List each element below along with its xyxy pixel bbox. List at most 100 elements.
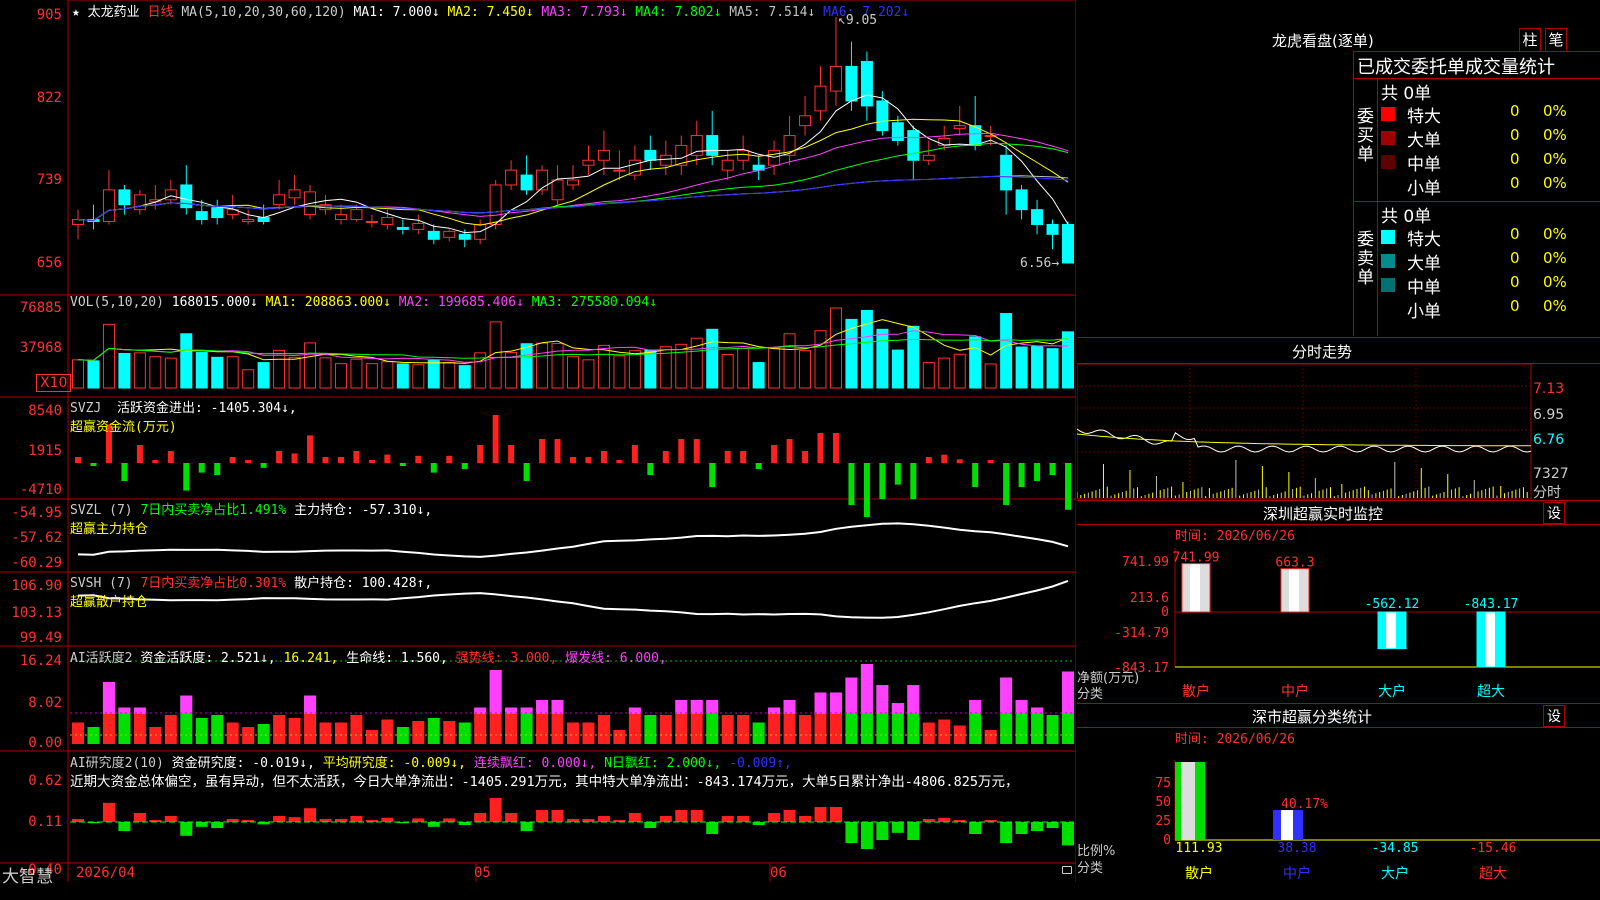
stat-bar-value: -34.85: [1372, 841, 1419, 856]
svsh-axis-mid: 103.13: [11, 605, 62, 621]
volume-bar: [567, 356, 579, 389]
fund-flow-bar: [925, 457, 932, 463]
fund-flow-bar: [956, 459, 963, 463]
fund-flow-bar: [647, 463, 654, 475]
buy-row-count-3: 0: [1510, 174, 1520, 192]
stat-y-label: 75: [1155, 776, 1171, 791]
fund-flow-bar: [136, 445, 143, 463]
research-bar: [304, 808, 317, 822]
research-bar: [675, 810, 688, 822]
candle-body: [706, 135, 719, 156]
right-panel: 龙虎看盘(逐单) 柱 笔 已成交委托单成交量统计 委买单 委卖单 共 0单 共 …: [1077, 0, 1600, 900]
fund-flow-bar: [972, 463, 979, 487]
volume-bar: [799, 350, 812, 389]
monitor-category: 中户: [1281, 683, 1309, 700]
ai1-axis-mid: 8.02: [28, 695, 62, 711]
activity-bar: [164, 715, 177, 744]
vol-ma-item-2: MA3: 275580.094↓: [523, 295, 658, 310]
sell-row-swatch-0: [1381, 230, 1395, 244]
volume-bar: [783, 333, 796, 389]
stat-chart[interactable]: 75 50 25 0 111.93 散户 40.17% 38.38 中户 -34.85 大户 -15.…: [1077, 740, 1600, 900]
line-mode-button[interactable]: 笔: [1545, 28, 1567, 52]
activity-bar: [365, 730, 378, 744]
fund-flow-bar: [724, 451, 731, 463]
candle-body: [1000, 154, 1013, 191]
monitor-cat-label: 分类: [1077, 687, 1104, 702]
activity-bar-top: [969, 700, 982, 714]
candle-body: [644, 149, 657, 161]
volume-bar: [752, 362, 765, 389]
candle-body: [427, 230, 440, 240]
activity-bar: [350, 715, 363, 744]
research-bar: [443, 818, 456, 822]
monitor-bar-value: -843.17: [1464, 597, 1519, 612]
ma-title: MA(5,10,20,30,60,120): [181, 5, 346, 20]
svzj-axis-bot: -4710: [19, 482, 62, 498]
ai2-axis-mid: 0.11: [28, 814, 62, 830]
stat-cat-label: 分类: [1077, 861, 1104, 876]
research-bar: [180, 822, 193, 836]
volume-bar: [1000, 313, 1013, 389]
ai2-axis-top: 0.62: [28, 773, 62, 789]
buy-row-pct-1: 0%: [1543, 126, 1567, 144]
intraday-price-line: [1077, 428, 1532, 453]
stat-settings-button[interactable]: 设: [1543, 705, 1565, 727]
ma-caption-item-1: MA2: 7.450↓: [439, 5, 534, 20]
research-bar: [891, 822, 904, 833]
volume-bar: [737, 347, 750, 389]
period-label[interactable]: 日线: [148, 5, 174, 20]
monitor-chart[interactable]: 741.99 213.60 -314.79 -843.17 741.99 散户 663.3 中…: [1077, 520, 1600, 700]
activity-bar-top: [690, 700, 703, 714]
candle-body: [1062, 223, 1074, 264]
volume-bar: [1062, 331, 1074, 389]
volume-bar: [860, 310, 873, 389]
ai1-item-4: 爆发线: 6.000,: [557, 651, 667, 666]
research-bar: [118, 822, 131, 831]
fund-flow-bar: [817, 433, 824, 463]
price-axis-822: 822: [36, 90, 62, 106]
activity-bar: [288, 718, 301, 744]
fund-flow-bar: [678, 439, 685, 463]
star-icon[interactable]: ★: [72, 5, 80, 20]
candle-body: [505, 169, 518, 186]
lock-icon[interactable]: [1062, 866, 1072, 874]
ma-caption-item-2: MA3: 7.793↓: [533, 5, 628, 20]
monitor-category: 散户: [1182, 683, 1210, 700]
stat-bar-value: -15.46: [1470, 841, 1517, 856]
price-low-mark: 6.56→: [1020, 256, 1060, 271]
fund-flow-bar: [322, 457, 329, 463]
sell-row-count-1: 0: [1510, 249, 1520, 267]
fund-flow-bar: [245, 460, 252, 463]
research-bar: [536, 810, 549, 822]
column-mode-button[interactable]: 柱: [1519, 28, 1541, 52]
research-bar: [737, 816, 750, 822]
activity-bar: [72, 722, 84, 744]
vol-caption: VOL(5,10,20) 168015.000↓ MA1: 208863.000…: [70, 295, 658, 310]
candle-body: [737, 149, 750, 161]
activity-bar-top: [706, 700, 719, 714]
candle-body: [72, 219, 84, 225]
fund-flow-bar: [832, 433, 839, 463]
activity-bar: [458, 722, 471, 744]
volume-bar: [768, 347, 781, 389]
fund-flow-bar: [214, 463, 221, 475]
intraday-chart[interactable]: [1077, 364, 1600, 500]
candle-body: [659, 154, 672, 166]
research-bar: [845, 822, 858, 843]
intraday-unit: 分时: [1533, 485, 1561, 501]
volume-bar: [319, 357, 332, 389]
research-bar: [829, 807, 842, 822]
activity-bar: [1046, 715, 1059, 744]
monitor-bar-highlight: [1289, 568, 1299, 612]
candle-body: [876, 100, 889, 132]
activity-bar: [922, 722, 935, 744]
research-bar: [1000, 822, 1013, 843]
activity-bar: [737, 715, 750, 744]
buy-row-count-2: 0: [1510, 150, 1520, 168]
volume-bar: [706, 328, 719, 389]
stat-bar-highlight: [1181, 762, 1195, 840]
monitor-bar-value: 741.99: [1173, 551, 1220, 566]
research-bar: [814, 807, 827, 822]
stat-y-label: 0: [1163, 833, 1171, 848]
research-bar: [860, 822, 873, 849]
